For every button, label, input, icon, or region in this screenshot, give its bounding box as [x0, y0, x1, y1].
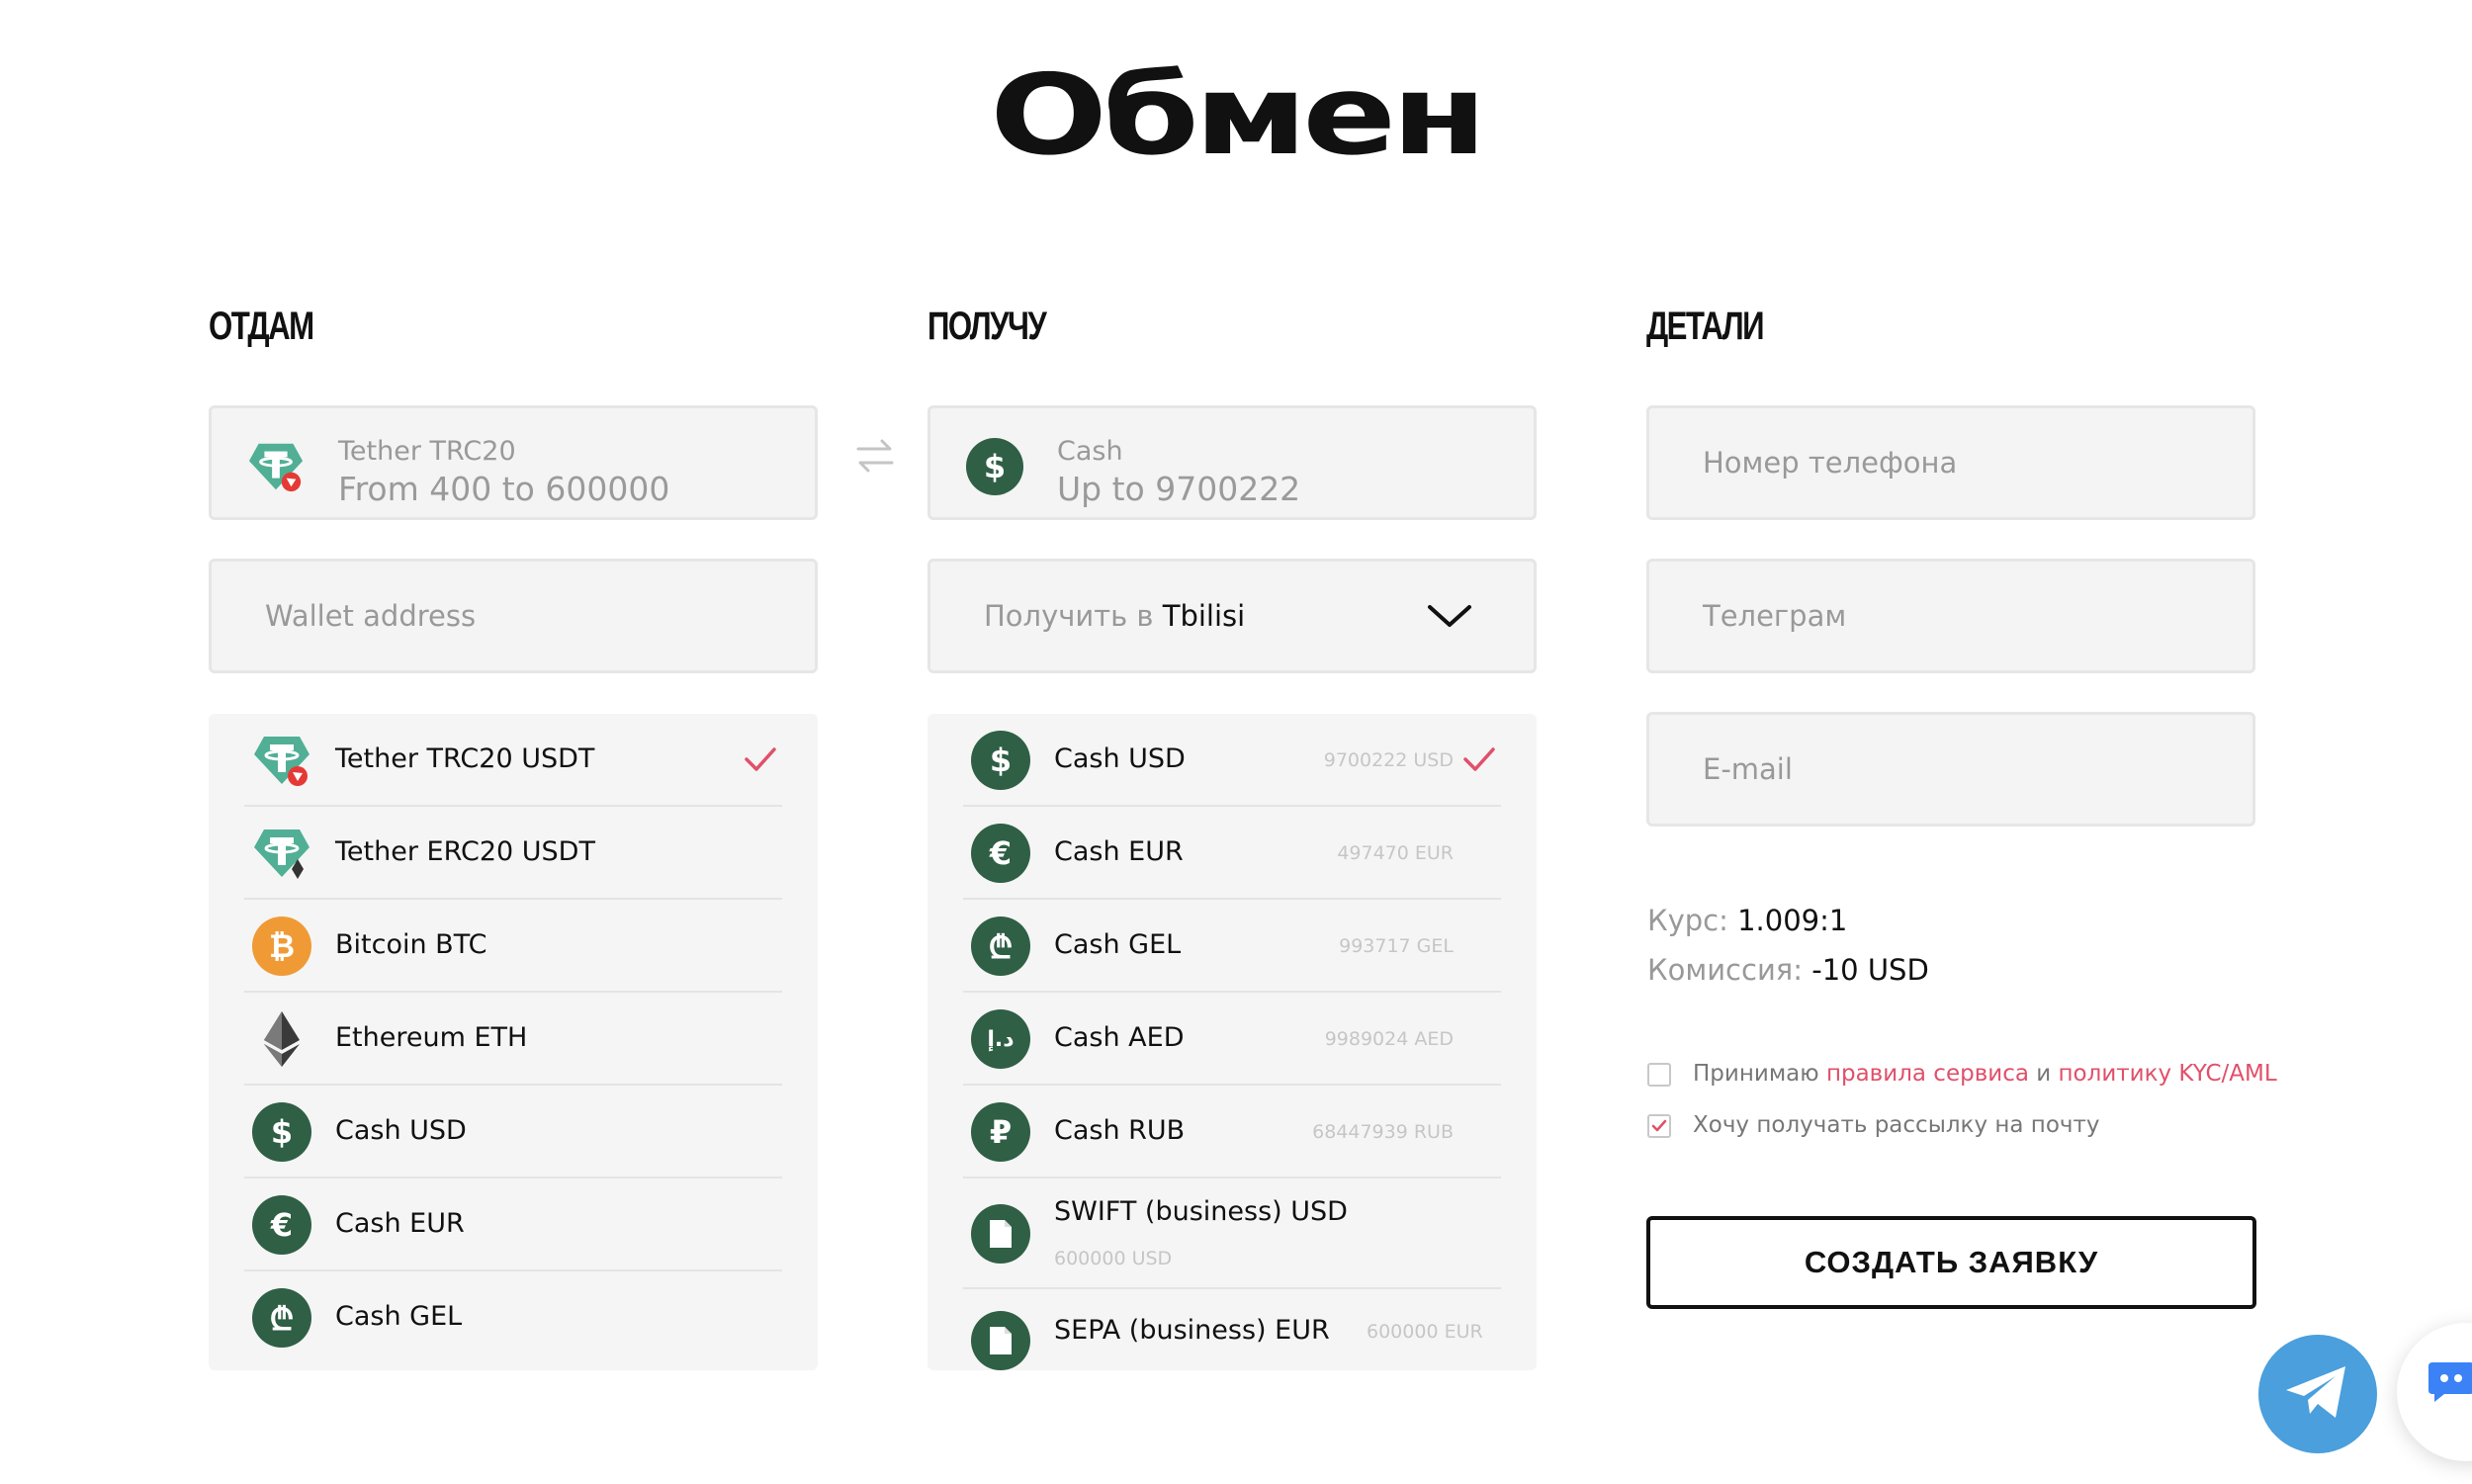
- checkmark-icon: [1463, 747, 1495, 771]
- chevron-down-icon: [1428, 605, 1471, 627]
- rate-label: Курс:: [1647, 904, 1728, 937]
- list-item-label: Bitcoin BTC: [335, 929, 487, 960]
- list-item[interactable]: ₾ Cash GEL: [244, 1271, 782, 1364]
- fee-label: Комиссия:: [1647, 953, 1804, 987]
- fee-row: Комиссия: -10 USD: [1647, 953, 1929, 987]
- telegram-input[interactable]: Телеграм: [1646, 559, 2255, 673]
- create-request-button[interactable]: СОЗДАТЬ ЗАЯВКУ: [1646, 1216, 2256, 1309]
- dollar-icon: $: [971, 731, 1030, 790]
- list-item[interactable]: Tether ERC20 USDT: [244, 807, 782, 900]
- newsletter-row: Хочу получать рассылку на почту: [1647, 1112, 2100, 1138]
- list-item[interactable]: ₾ Cash GEL 993717 GEL: [963, 900, 1501, 993]
- list-item[interactable]: ₽ Cash RUB 68447939 RUB: [963, 1086, 1501, 1178]
- details-heading: ДЕТАЛИ: [1646, 305, 1765, 348]
- checkmark-icon: [1651, 1119, 1667, 1131]
- terms-and: и: [2036, 1061, 2052, 1087]
- list-item[interactable]: ₿ Bitcoin BTC: [244, 900, 782, 993]
- reserve-amount: 600000 EUR: [1367, 1321, 1483, 1343]
- email-placeholder: E-mail: [1703, 752, 1793, 786]
- lari-icon: ₾: [971, 917, 1030, 976]
- tether-trc20-icon: [254, 737, 309, 786]
- terms-checkbox[interactable]: [1647, 1062, 1671, 1087]
- receive-heading: ПОЛУЧУ: [927, 305, 1047, 348]
- list-item[interactable]: $ Cash USD: [244, 1086, 782, 1178]
- euro-icon: €: [971, 824, 1030, 883]
- fee-value: -10 USD: [1811, 953, 1929, 987]
- list-item-label: Cash GEL: [335, 1301, 463, 1332]
- city-dropdown[interactable]: Получить в Tbilisi: [927, 559, 1537, 673]
- reserve-amount: 68447939 RUB: [1312, 1121, 1454, 1143]
- document-icon: [971, 1204, 1030, 1264]
- give-selected-range: From 400 to 600000: [338, 470, 670, 508]
- newsletter-checkbox[interactable]: [1647, 1113, 1671, 1138]
- newsletter-label: Хочу получать рассылку на почту: [1693, 1112, 2100, 1138]
- phone-placeholder: Номер телефона: [1703, 446, 1958, 480]
- reserve-amount: 993717 GEL: [1339, 935, 1454, 957]
- kyc-aml-link[interactable]: политику KYC/AML: [2059, 1061, 2277, 1087]
- chat-icon: [2428, 1362, 2472, 1402]
- list-item[interactable]: $ Cash USD 9700222 USD: [963, 714, 1501, 807]
- wallet-address-input[interactable]: Wallet address: [209, 559, 818, 673]
- give-currency-select[interactable]: Tether TRC20 From 400 to 600000: [209, 405, 818, 520]
- list-item-label: Ethereum ETH: [335, 1022, 528, 1053]
- terms-prefix: Принимаю: [1693, 1061, 1819, 1087]
- document-icon: [971, 1311, 1030, 1370]
- reserve-amount: 9700222 USD: [1323, 749, 1454, 771]
- wallet-address-placeholder: Wallet address: [265, 599, 477, 633]
- list-item-label: Cash GEL: [1054, 929, 1182, 960]
- telegram-button[interactable]: [2258, 1335, 2377, 1453]
- list-item[interactable]: € Cash EUR: [244, 1178, 782, 1271]
- list-item-label: Cash USD: [335, 1115, 467, 1146]
- receive-selected-range: Up to 9700222: [1057, 470, 1301, 508]
- euro-icon: €: [252, 1195, 311, 1255]
- phone-input[interactable]: Номер телефона: [1646, 405, 2255, 520]
- tether-trc20-icon: [248, 443, 304, 492]
- rate-row: Курс: 1.009:1: [1647, 904, 1847, 937]
- list-item-label: Cash RUB: [1054, 1115, 1186, 1146]
- list-item[interactable]: Ethereum ETH: [244, 993, 782, 1086]
- reserve-amount: 9989024 AED: [1324, 1028, 1454, 1050]
- receive-currency-list: $ Cash USD 9700222 USD € Cash EUR 497470…: [927, 714, 1537, 1370]
- list-item-label: Tether TRC20 USDT: [335, 743, 595, 774]
- give-heading: ОТДАМ: [209, 305, 314, 348]
- give-currency-list: Tether TRC20 USDT Tether ERC20 USDT ₿ Bi…: [209, 714, 818, 1370]
- ruble-icon: ₽: [971, 1102, 1030, 1162]
- list-item-label: Cash EUR: [335, 1208, 465, 1239]
- telegram-icon: [2286, 1366, 2345, 1418]
- receive-selected-name: Cash: [1057, 436, 1123, 467]
- telegram-placeholder: Телеграм: [1703, 599, 1847, 633]
- ethereum-icon: [264, 1011, 300, 1067]
- list-item[interactable]: € Cash EUR 497470 EUR: [963, 807, 1501, 900]
- list-item-label: Cash USD: [1054, 743, 1186, 774]
- dollar-icon: $: [966, 438, 1023, 495]
- bitcoin-icon: ₿: [252, 917, 311, 976]
- swap-icon[interactable]: [854, 435, 896, 477]
- page-title: Обмен: [990, 51, 1487, 180]
- rate-value: 1.009:1: [1737, 904, 1848, 937]
- list-item-label: Tether ERC20 USDT: [335, 836, 595, 867]
- list-item-label: Cash AED: [1054, 1022, 1185, 1053]
- city-value: Tbilisi: [1162, 599, 1246, 633]
- list-item-label: SWIFT (business) USD: [1054, 1196, 1348, 1227]
- checkmark-icon: [745, 747, 776, 771]
- list-item[interactable]: Tether TRC20 USDT: [244, 714, 782, 807]
- email-input[interactable]: E-mail: [1646, 712, 2255, 827]
- list-item[interactable]: SEPA (business) EUR 600000 EUR: [963, 1289, 1501, 1370]
- chat-widget-button[interactable]: [2397, 1323, 2472, 1461]
- reserve-amount: 497470 EUR: [1337, 842, 1454, 864]
- receive-currency-select[interactable]: $ Cash Up to 9700222: [927, 405, 1537, 520]
- reserve-amount: 600000 USD: [1054, 1248, 1173, 1269]
- rules-link[interactable]: правила сервиса: [1826, 1061, 2029, 1087]
- list-item[interactable]: SWIFT (business) USD 600000 USD: [963, 1178, 1501, 1289]
- terms-row: Принимаю правила сервиса и политику KYC/…: [1647, 1061, 2277, 1087]
- tether-erc20-icon: [254, 829, 309, 879]
- list-item-label: Cash EUR: [1054, 836, 1184, 867]
- lari-icon: ₾: [252, 1288, 311, 1348]
- list-item[interactable]: د.إ Cash AED 9989024 AED: [963, 993, 1501, 1086]
- dollar-icon: $: [252, 1102, 311, 1162]
- dirham-icon: د.إ: [971, 1009, 1030, 1069]
- give-selected-name: Tether TRC20: [338, 436, 516, 467]
- list-item-label: SEPA (business) EUR: [1054, 1315, 1330, 1346]
- city-prefix: Получить в: [984, 599, 1154, 633]
